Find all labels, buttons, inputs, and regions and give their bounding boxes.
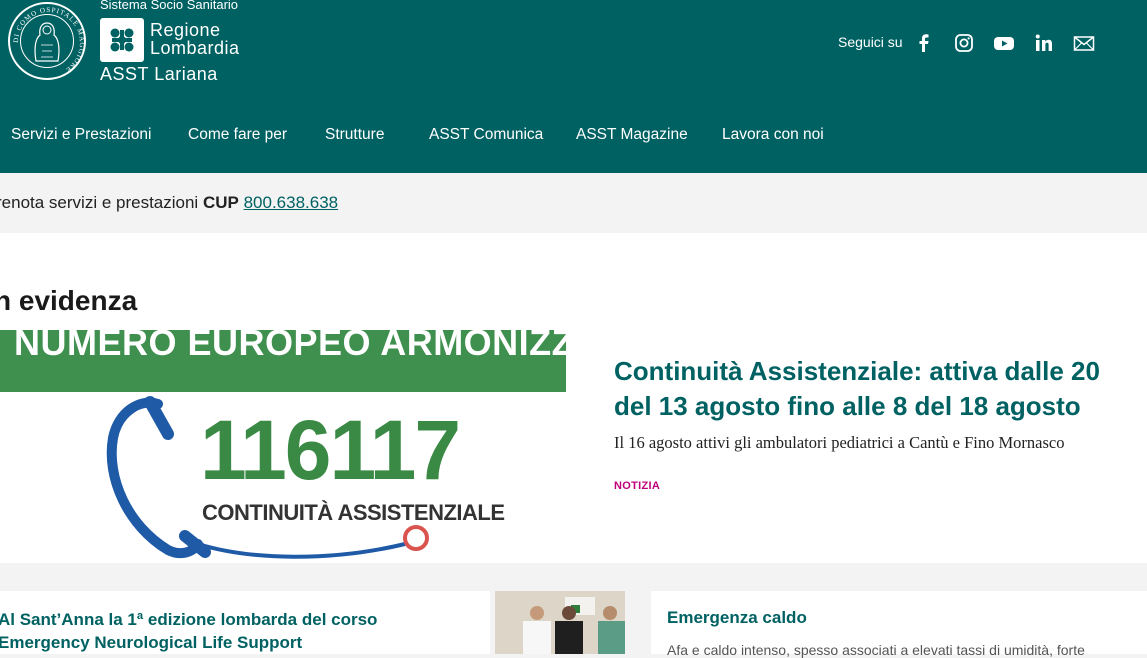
featured-news-subtitle: Il 16 agosto attivi gli ambulatori pedia… bbox=[614, 433, 1065, 452]
promo-caption: CONTINUITÀ ASSISTENZIALE bbox=[202, 500, 505, 525]
asst-lariana-label: ASST Lariana bbox=[100, 64, 218, 84]
mail-icon[interactable] bbox=[1073, 32, 1095, 54]
lombardia-label: Lombardia bbox=[150, 38, 240, 58]
sistema-socio-sanitario-label: Sistema Socio Sanitario bbox=[100, 0, 239, 12]
news-card-caldo-excerpt: Afa e caldo intenso, spesso associati a … bbox=[667, 642, 1085, 658]
cup-prefix-text: renota servizi e prestazioni bbox=[0, 193, 203, 212]
seguici-label: Seguici su bbox=[838, 34, 903, 50]
facebook-icon[interactable] bbox=[913, 32, 935, 54]
promo-number: 116117 bbox=[200, 403, 461, 497]
regione-lombardia-logo-mark[interactable] bbox=[100, 18, 144, 62]
nav-item-asst-comunica[interactable]: ASST Comunica bbox=[429, 126, 543, 144]
nav-item-asst-magazine[interactable]: ASST Magazine bbox=[576, 126, 688, 144]
news-card-neuro-photo[interactable] bbox=[495, 591, 625, 654]
news-card-neuro-title[interactable]: Al Sant’Anna la 1ª edizione lombarda del… bbox=[0, 608, 468, 654]
featured-news-title[interactable]: Continuità Assistenziale: attiva dalle 2… bbox=[614, 354, 1134, 424]
youtube-icon[interactable] bbox=[993, 32, 1015, 54]
cup-info-text: renota servizi e prestazioni CUP 800.638… bbox=[0, 193, 338, 213]
regione-label: Regione bbox=[150, 20, 221, 40]
section-heading-evidenza: n evidenza bbox=[0, 285, 138, 316]
featured-news-tag[interactable]: NOTIZIA bbox=[614, 480, 660, 492]
linkedin-icon[interactable] bbox=[1033, 32, 1055, 54]
cup-phone-link[interactable]: 800.638.638 bbox=[244, 193, 339, 212]
svg-text:DI COMO OSPITALE MAGGIORE: DI COMO OSPITALE MAGGIORE bbox=[12, 6, 86, 74]
nav-item-lavora-con-noi[interactable]: Lavora con noi bbox=[722, 126, 824, 144]
group-photo-image bbox=[495, 591, 625, 654]
cup-label: CUP bbox=[202, 193, 239, 212]
nav-item-come-fare-per[interactable]: Come fare per bbox=[188, 126, 287, 144]
main-navigation: Servizi e Prestazioni Come fare per Stru… bbox=[0, 120, 1147, 150]
regione-lombardia-rose-icon bbox=[110, 28, 134, 52]
evidenza-section-bg bbox=[0, 233, 1147, 330]
seal-lettering: DI COMO OSPITALE MAGGIORE bbox=[12, 6, 86, 74]
instagram-icon[interactable] bbox=[953, 32, 975, 54]
news-card-caldo-title[interactable]: Emergenza caldo bbox=[667, 608, 807, 628]
nav-item-servizi-prestazioni[interactable]: Servizi e Prestazioni bbox=[11, 126, 151, 144]
nav-item-strutture[interactable]: Strutture bbox=[325, 126, 384, 144]
site-header: DI COMO OSPITALE MAGGIORE Sistema Socio … bbox=[0, 0, 1147, 173]
ospitale-seal-logo[interactable]: DI COMO OSPITALE MAGGIORE bbox=[8, 2, 86, 80]
featured-news-image[interactable]: NUMERO EUROPEO ARMONIZZATO 116117 CONTIN… bbox=[0, 330, 566, 563]
regione-lombardia-wordmark: Regione Lombardia bbox=[150, 21, 240, 57]
